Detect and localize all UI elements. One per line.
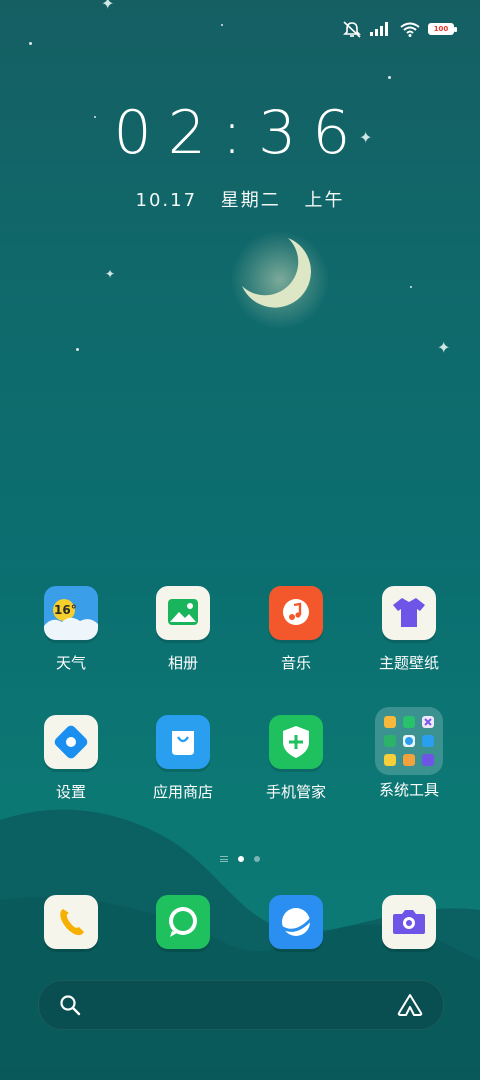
theme-wallpaper-icon xyxy=(382,586,436,640)
music-icon xyxy=(269,586,323,640)
app-music[interactable]: 音乐 xyxy=(241,586,351,673)
clock-time[interactable]: 02:36 xyxy=(0,98,480,168)
star xyxy=(29,42,32,45)
browser-icon xyxy=(269,895,323,949)
star xyxy=(76,348,79,351)
status-bar: 100 xyxy=(342,18,457,40)
phone-manager-icon xyxy=(269,715,323,769)
app-label: 设置 xyxy=(55,783,86,801)
app-label: 相册 xyxy=(167,654,198,672)
folder-system-tools[interactable]: 系统工具 xyxy=(354,707,464,800)
app-label: 手机管家 xyxy=(265,783,326,801)
system-tools-folder-icon xyxy=(375,707,443,775)
app-label: 主题壁纸 xyxy=(378,654,439,672)
battery-icon: 100 xyxy=(428,23,457,35)
camera-icon xyxy=(382,895,436,949)
page-indicator[interactable] xyxy=(0,856,480,862)
app-label: 系统工具 xyxy=(378,781,439,799)
weather-icon: 16° xyxy=(44,586,98,640)
settings-icon xyxy=(44,715,98,769)
dock-camera[interactable] xyxy=(354,895,464,949)
sparkle-star: ✦ xyxy=(101,0,115,13)
app-store-icon xyxy=(156,715,210,769)
app-weather[interactable]: 16° 天气 xyxy=(16,586,126,673)
app-settings[interactable]: 设置 xyxy=(16,715,126,802)
sparkle-star: ✦ xyxy=(437,338,451,357)
page-indicator-list-icon xyxy=(220,856,228,862)
app-store[interactable]: 应用商店 xyxy=(128,715,238,802)
messages-icon xyxy=(156,895,210,949)
star xyxy=(388,76,391,79)
search-bar[interactable] xyxy=(38,980,444,1030)
app-gallery[interactable]: 相册 xyxy=(128,586,238,673)
app-phone-manager[interactable]: 手机管家 xyxy=(241,715,351,802)
date-line[interactable]: 10.17 星期二 上午 xyxy=(0,186,480,212)
app-label: 天气 xyxy=(55,654,86,672)
mute-icon xyxy=(343,21,361,38)
assistant-icon[interactable] xyxy=(397,993,423,1017)
dock-phone[interactable] xyxy=(16,895,126,949)
wifi-icon xyxy=(400,22,420,37)
moon-decoration xyxy=(230,230,330,330)
date-day: 10.17 xyxy=(135,190,198,211)
phone-icon xyxy=(44,895,98,949)
app-label: 音乐 xyxy=(280,654,311,672)
star xyxy=(221,24,223,26)
star xyxy=(410,286,412,288)
gallery-icon xyxy=(156,586,210,640)
date-period: 上午 xyxy=(304,190,345,211)
page-dot-active xyxy=(238,856,244,862)
weather-temp: 16° xyxy=(54,603,77,617)
search-icon[interactable] xyxy=(59,994,81,1016)
dock-browser[interactable] xyxy=(241,895,351,949)
app-theme-wallpaper[interactable]: 主题壁纸 xyxy=(354,586,464,673)
page-dot xyxy=(254,856,260,862)
cellular-signal-icon xyxy=(370,22,388,36)
battery-level: 100 xyxy=(433,25,449,33)
date-weekday: 星期二 xyxy=(220,190,281,211)
dock-messages[interactable] xyxy=(128,895,238,949)
sparkle-star: ✦ xyxy=(105,267,116,281)
app-label: 应用商店 xyxy=(152,783,213,801)
